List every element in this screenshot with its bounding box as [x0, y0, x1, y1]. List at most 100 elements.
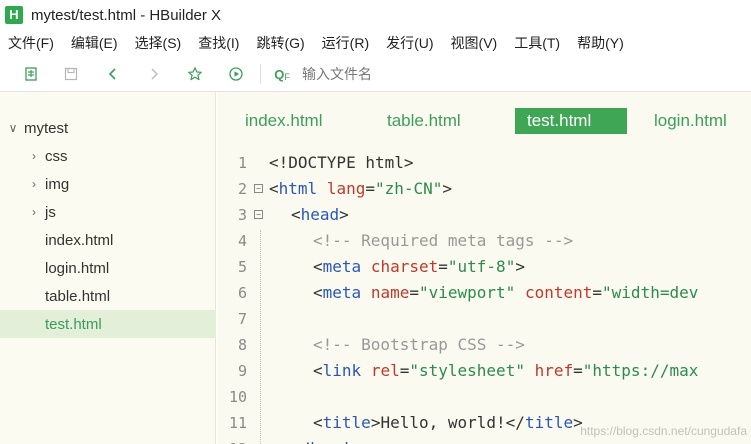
tree-item-label: index.html: [45, 231, 114, 249]
code-line[interactable]: 10: [217, 384, 751, 410]
code-token: >Hello, world!</: [370, 413, 525, 432]
code-line[interactable]: 7: [217, 306, 751, 332]
code-token: <: [269, 179, 279, 198]
tree-item-table-html[interactable]: table.html: [0, 282, 216, 310]
run-icon[interactable]: [227, 65, 245, 83]
tree-item-css[interactable]: › css: [0, 142, 216, 170]
code-token: "utf-8": [447, 257, 516, 276]
line-number: 11: [228, 414, 247, 432]
save-icon[interactable]: [62, 65, 80, 83]
menu-goto[interactable]: 跳转(G): [256, 33, 304, 53]
code-token: rel: [370, 361, 400, 380]
code-token: >: [339, 205, 349, 224]
code-line[interactable]: 6 <meta name="viewport" content="width=de…: [217, 280, 751, 306]
chevron-right-icon[interactable]: ›: [29, 198, 39, 226]
line-number: 2: [237, 180, 247, 198]
code-editor[interactable]: 1 <!DOCTYPE html> 2− <html lang="zh-CN"> 3− <…: [217, 150, 751, 444]
code-token: >: [349, 439, 359, 444]
code-token: html: [278, 179, 318, 198]
forward-arrow-icon[interactable]: [145, 65, 163, 83]
tree-item-mytest[interactable]: ∨ mytest: [0, 114, 216, 142]
line-number: 7: [237, 310, 247, 328]
fold-toggle-icon[interactable]: −: [254, 210, 263, 219]
code-line[interactable]: 1 <!DOCTYPE html>: [217, 150, 751, 176]
code-token: "https://max: [582, 361, 699, 380]
code-token: <!DOCTYPE html>: [269, 153, 414, 172]
menu-find[interactable]: 查找(I): [198, 33, 239, 53]
menu-file[interactable]: 文件(F): [8, 33, 54, 53]
tree-item-test-html[interactable]: test.html: [0, 310, 216, 338]
new-file-icon[interactable]: [22, 65, 40, 83]
code-token: >: [442, 179, 453, 198]
tab-test-html[interactable]: test.html: [515, 108, 627, 134]
line-number: 5: [237, 258, 247, 276]
code-line[interactable]: 8 <!-- Bootstrap CSS -->: [217, 332, 751, 358]
code-line[interactable]: 3− <head>: [217, 202, 751, 228]
code-line[interactable]: 2− <html lang="zh-CN">: [217, 176, 751, 202]
code-token: "stylesheet": [409, 361, 525, 380]
code-token: <: [313, 257, 323, 276]
file-search-input[interactable]: [302, 64, 562, 84]
code-line[interactable]: 5 <meta charset="utf-8">: [217, 254, 751, 280]
code-token: head: [310, 439, 349, 444]
tree-item-label: test.html: [45, 315, 102, 333]
tree-item-label: login.html: [45, 259, 110, 277]
chevron-down-icon[interactable]: ∨: [8, 114, 18, 142]
menu-run[interactable]: 运行(R): [322, 33, 369, 53]
code-token: "width=dev: [602, 283, 699, 302]
fold-toggle-icon[interactable]: −: [254, 184, 263, 193]
search-icon-sub: F: [284, 72, 290, 82]
code-token: =: [573, 361, 583, 380]
code-token: <: [313, 361, 323, 380]
tab-login-html[interactable]: login.html: [654, 108, 727, 134]
chevron-right-icon[interactable]: ›: [29, 142, 39, 170]
line-number: 8: [237, 336, 247, 354]
code-line[interactable]: 9 <link rel="stylesheet" href="https://ma…: [217, 358, 751, 384]
code-token: </: [291, 439, 310, 444]
line-number: 10: [228, 388, 247, 406]
code-token: name: [370, 283, 410, 302]
code-token: meta: [322, 257, 362, 276]
search-icon-glyph: Q: [274, 66, 285, 82]
code-token: charset: [370, 257, 439, 276]
star-icon[interactable]: [186, 65, 204, 83]
back-arrow-icon[interactable]: [104, 65, 122, 83]
tree-item-index-html[interactable]: index.html: [0, 226, 216, 254]
menu-view[interactable]: 视图(V): [451, 33, 498, 53]
code-token: <!-- Required meta tags -->: [313, 231, 574, 250]
tree-item-label: img: [45, 175, 70, 193]
chevron-right-icon[interactable]: ›: [29, 170, 39, 198]
watermark: https://blog.csdn.net/cungudafa: [580, 424, 747, 438]
code-token: =: [399, 361, 410, 380]
tree-item-js[interactable]: › js: [0, 198, 216, 226]
tab-index-html[interactable]: index.html: [245, 108, 322, 134]
menu-publish[interactable]: 发行(U): [386, 33, 433, 53]
code-text: <head>: [291, 202, 349, 228]
line-number: 1: [237, 154, 247, 172]
menu-select[interactable]: 选择(S): [135, 33, 182, 53]
tab-table-html[interactable]: table.html: [387, 108, 461, 134]
menu-edit[interactable]: 编辑(E): [71, 33, 118, 53]
code-token: content: [524, 283, 593, 302]
code-token: <!-- Bootstrap CSS -->: [313, 335, 525, 354]
menu-tools[interactable]: 工具(T): [514, 33, 560, 53]
code-text: <link rel="stylesheet" href="https://max: [313, 358, 698, 384]
tree-item-img[interactable]: › img: [0, 170, 216, 198]
menu-help[interactable]: 帮助(Y): [577, 33, 624, 53]
toolbar-divider: [260, 64, 261, 84]
code-token: link: [322, 361, 362, 380]
code-token: meta: [322, 283, 362, 302]
code-line[interactable]: 4 <!-- Required meta tags -->: [217, 228, 751, 254]
tree-item-label: css: [45, 147, 68, 165]
code-token: lang: [326, 179, 366, 198]
line-number: 6: [237, 284, 247, 302]
code-token: <: [291, 205, 301, 224]
tree-item-login-html[interactable]: login.html: [0, 254, 216, 282]
line-number: 12: [217, 436, 247, 444]
